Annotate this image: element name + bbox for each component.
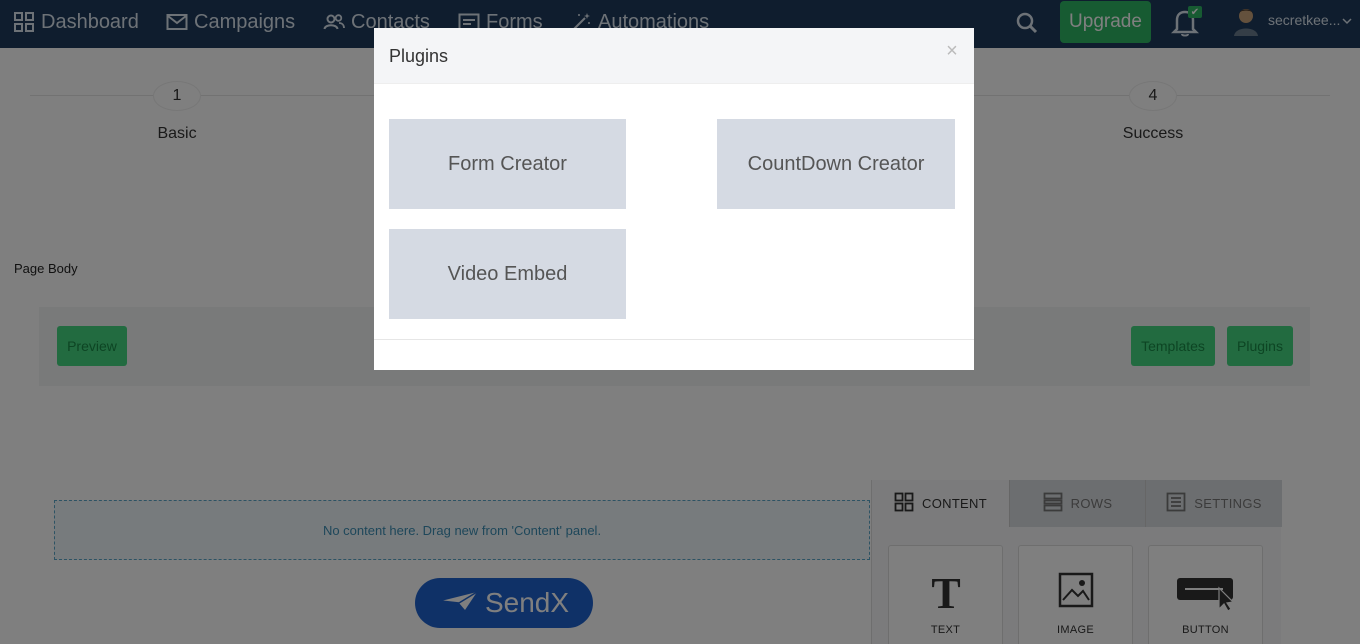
modal-footer: [374, 339, 974, 370]
modal-title: Plugins: [389, 46, 449, 66]
plugin-form-creator[interactable]: Form Creator: [389, 119, 626, 209]
plugin-video-embed[interactable]: Video Embed: [389, 229, 626, 319]
modal-header: Plugins ×: [374, 28, 974, 84]
close-icon[interactable]: ×: [944, 41, 960, 61]
plugin-countdown-creator[interactable]: CountDown Creator: [717, 119, 955, 209]
plugins-modal: Plugins × Form Creator CountDown Creator…: [374, 28, 974, 370]
